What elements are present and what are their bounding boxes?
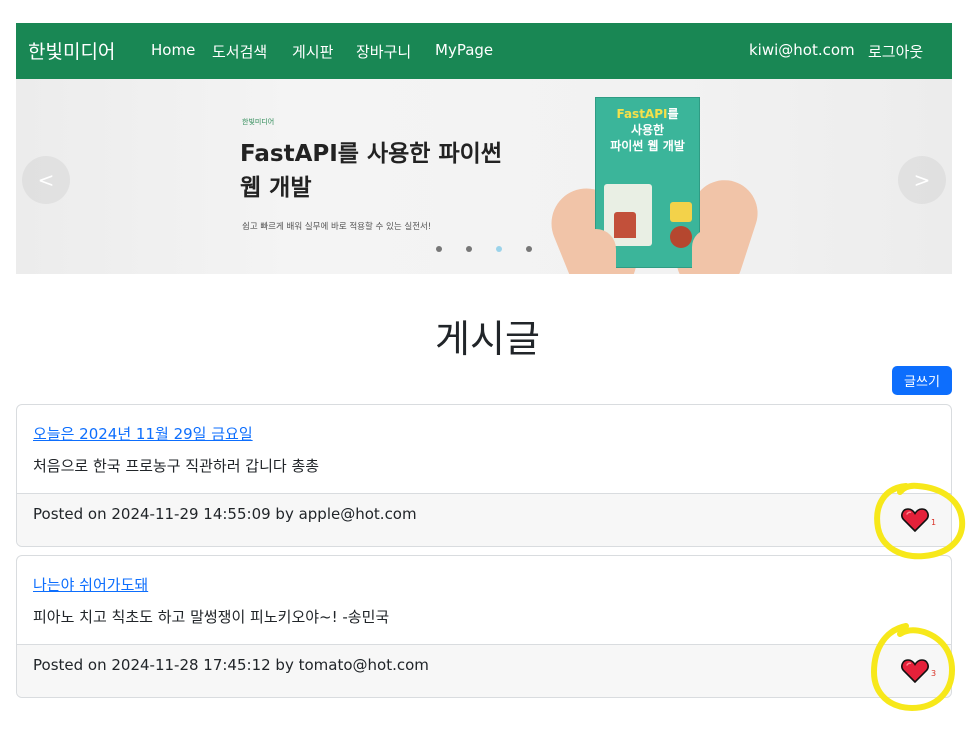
carousel-indicator-3[interactable] <box>496 246 502 252</box>
carousel-next-button[interactable]: > <box>898 156 946 204</box>
book-cover-title-line3: 파이썬 웹 개발 <box>610 139 685 153</box>
post-title-link[interactable]: 나는야 쉬어가도돼 <box>33 574 148 595</box>
like-button[interactable]: 1 <box>901 508 945 532</box>
post-meta: Posted on 2024-11-29 14:55:09 by apple@h… <box>33 505 417 523</box>
post-card-footer: Posted on 2024-11-29 14:55:09 by apple@h… <box>17 493 951 546</box>
heart-icon <box>901 508 929 532</box>
book-cover-badge <box>670 226 692 248</box>
nav-link-board[interactable]: 게시판 <box>292 41 333 62</box>
brand-logo-link[interactable]: 한빛미디어 <box>28 37 115 64</box>
book-cover-title: FastAPI를 사용한 파이썬 웹 개발 <box>596 106 699 154</box>
heart-icon <box>901 659 929 683</box>
like-count: 1 <box>931 518 937 527</box>
page-title: 게시글 <box>435 317 540 361</box>
carousel-title-line1: FastAPI를 사용한 파이썬 <box>240 141 502 167</box>
left-thumb-image <box>576 229 616 274</box>
carousel-indicator-4[interactable] <box>526 246 532 252</box>
like-button[interactable]: 3 <box>901 659 945 683</box>
book-cover-figure <box>614 212 636 238</box>
logout-link[interactable]: 로그아웃 <box>868 41 923 62</box>
carousel-publisher: 한빛미디어 <box>242 118 275 126</box>
book-cover-sticker <box>670 202 692 222</box>
post-title-link[interactable]: 오늘은 2024년 11월 29일 금요일 <box>33 423 253 444</box>
post-card-body: 오늘은 2024년 11월 29일 금요일 처음으로 한국 프로농구 직관하러 … <box>17 405 951 493</box>
post-content: 피아노 치고 칙초도 하고 말썽쟁이 피노키오야~! -송민국 <box>33 608 390 626</box>
user-email-link[interactable]: kiwi@hot.com <box>749 41 855 59</box>
top-navbar: 한빛미디어 Home 도서검색 게시판 장바구니 MyPage kiwi@hot… <box>16 23 952 79</box>
book-cover-title-line2: 사용한 <box>630 123 665 137</box>
carousel-title: FastAPI를 사용한 파이썬 웹 개발 <box>240 137 502 205</box>
like-count: 3 <box>931 669 937 678</box>
write-post-button[interactable]: 글쓰기 <box>892 366 952 395</box>
nav-link-mypage[interactable]: MyPage <box>435 41 493 59</box>
right-thumb-image <box>692 229 728 274</box>
post-card: 오늘은 2024년 11월 29일 금요일 처음으로 한국 프로농구 직관하러 … <box>16 404 952 547</box>
carousel-indicator-1[interactable] <box>436 246 442 252</box>
book-carousel: 한빛미디어 FastAPI를 사용한 파이썬 웹 개발 쉽고 빠르게 배워 실무… <box>16 79 952 274</box>
post-card: 나는야 쉬어가도돼 피아노 치고 칙초도 하고 말썽쟁이 피노키오야~! -송민… <box>16 555 952 698</box>
nav-link-book-search[interactable]: 도서검색 <box>212 41 267 62</box>
nav-link-home[interactable]: Home <box>151 41 195 59</box>
nav-link-cart[interactable]: 장바구니 <box>356 41 411 62</box>
carousel-subtitle: 쉽고 빠르게 배워 실무에 바로 적용할 수 있는 실전서! <box>242 222 432 232</box>
carousel-indicator-2[interactable] <box>466 246 472 252</box>
book-cover-title-fastapi: FastAPI <box>616 107 668 121</box>
post-meta: Posted on 2024-11-28 17:45:12 by tomato@… <box>33 656 429 674</box>
post-content: 처음으로 한국 프로농구 직관하러 갑니다 총총 <box>33 457 320 475</box>
carousel-prev-button[interactable]: < <box>22 156 70 204</box>
post-card-footer: Posted on 2024-11-28 17:45:12 by tomato@… <box>17 644 951 697</box>
book-cover-title-particle: 를 <box>667 107 679 121</box>
post-card-body: 나는야 쉬어가도돼 피아노 치고 칙초도 하고 말썽쟁이 피노키오야~! -송민… <box>17 556 951 644</box>
carousel-title-line2: 웹 개발 <box>240 175 312 201</box>
